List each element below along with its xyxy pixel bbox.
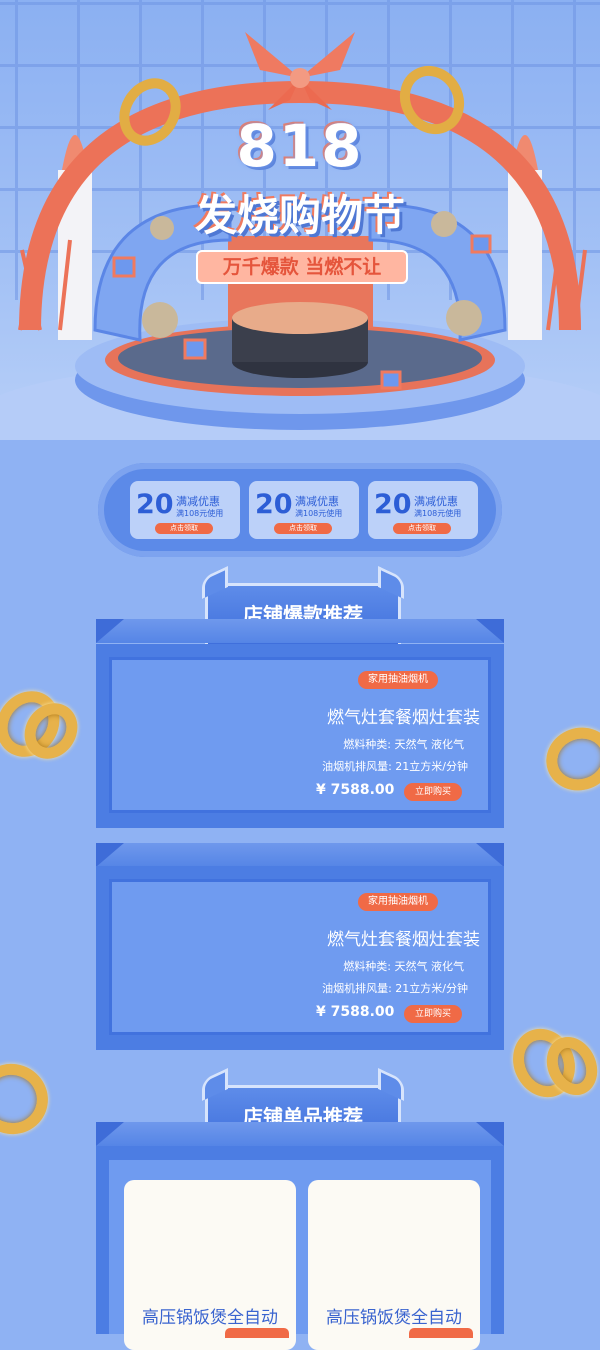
single-product-name[interactable]: 高压锅饭煲全自动: [142, 1303, 278, 1328]
coupon-condition: 满108元使用: [176, 509, 224, 518]
single-buy-button[interactable]: [225, 1328, 289, 1338]
product-price: ¥ 7588.00: [316, 782, 395, 798]
single-product-name[interactable]: 高压锅饭煲全自动: [326, 1303, 462, 1328]
product-name[interactable]: 燃气灶套餐烟灶套装: [300, 925, 480, 950]
coupon-condition: 满108元使用: [295, 509, 343, 518]
coupon-card[interactable]: 20 满减优惠 满108元使用 点击领取: [368, 481, 478, 539]
claim-coupon-button[interactable]: 点击领取: [393, 523, 451, 534]
gold-ring-decoration: [0, 1053, 58, 1145]
hero-banner: 818 发烧购物节 万千爆款 当燃不让: [0, 0, 600, 440]
product-category-tag: 家用抽油烟机: [358, 893, 438, 911]
coupon-label: 满减优惠: [176, 495, 220, 508]
product-spec: 油烟机排风量: 21立方米/分钟: [322, 982, 468, 995]
product-name[interactable]: 燃气灶套餐烟灶套装: [300, 703, 480, 728]
hero-slogan: 万千爆款 当燃不让: [196, 250, 408, 284]
hero-title-text: 发烧购物节: [194, 191, 405, 240]
claim-coupon-button[interactable]: 点击领取: [155, 523, 213, 534]
coupon-amount: 20: [136, 489, 174, 520]
coupon-amount: 20: [374, 489, 412, 520]
single-box-lid: [96, 1122, 504, 1146]
coupon-label: 满减优惠: [414, 495, 458, 508]
gold-ring-decoration: [537, 718, 600, 800]
header-ear: [378, 1067, 404, 1102]
coupon-condition: 满108元使用: [414, 509, 462, 518]
header-ear: [378, 565, 404, 600]
single-buy-button[interactable]: [409, 1328, 473, 1338]
buy-now-button[interactable]: 立即购买: [404, 1005, 462, 1023]
product-price: ¥ 7588.00: [316, 1004, 395, 1020]
coupon-card[interactable]: 20 满减优惠 满108元使用 点击领取: [249, 481, 359, 539]
hero-title-number: 818: [236, 112, 364, 180]
coupon-amount: 20: [255, 489, 293, 520]
product-box-lid: [96, 843, 504, 867]
claim-coupon-button[interactable]: 点击领取: [274, 523, 332, 534]
coupon-label: 满减优惠: [295, 495, 339, 508]
product-category-tag: 家用抽油烟机: [358, 671, 438, 689]
header-ear: [202, 1067, 228, 1102]
buy-now-button[interactable]: 立即购买: [404, 783, 462, 801]
coupon-card[interactable]: 20 满减优惠 满108元使用 点击领取: [130, 481, 240, 539]
header-ear: [202, 565, 228, 600]
product-spec: 燃料种类: 天然气 液化气: [343, 960, 464, 973]
product-spec: 油烟机排风量: 21立方米/分钟: [322, 760, 468, 773]
product-spec: 燃料种类: 天然气 液化气: [343, 738, 464, 751]
product-box-lid: [96, 619, 504, 643]
